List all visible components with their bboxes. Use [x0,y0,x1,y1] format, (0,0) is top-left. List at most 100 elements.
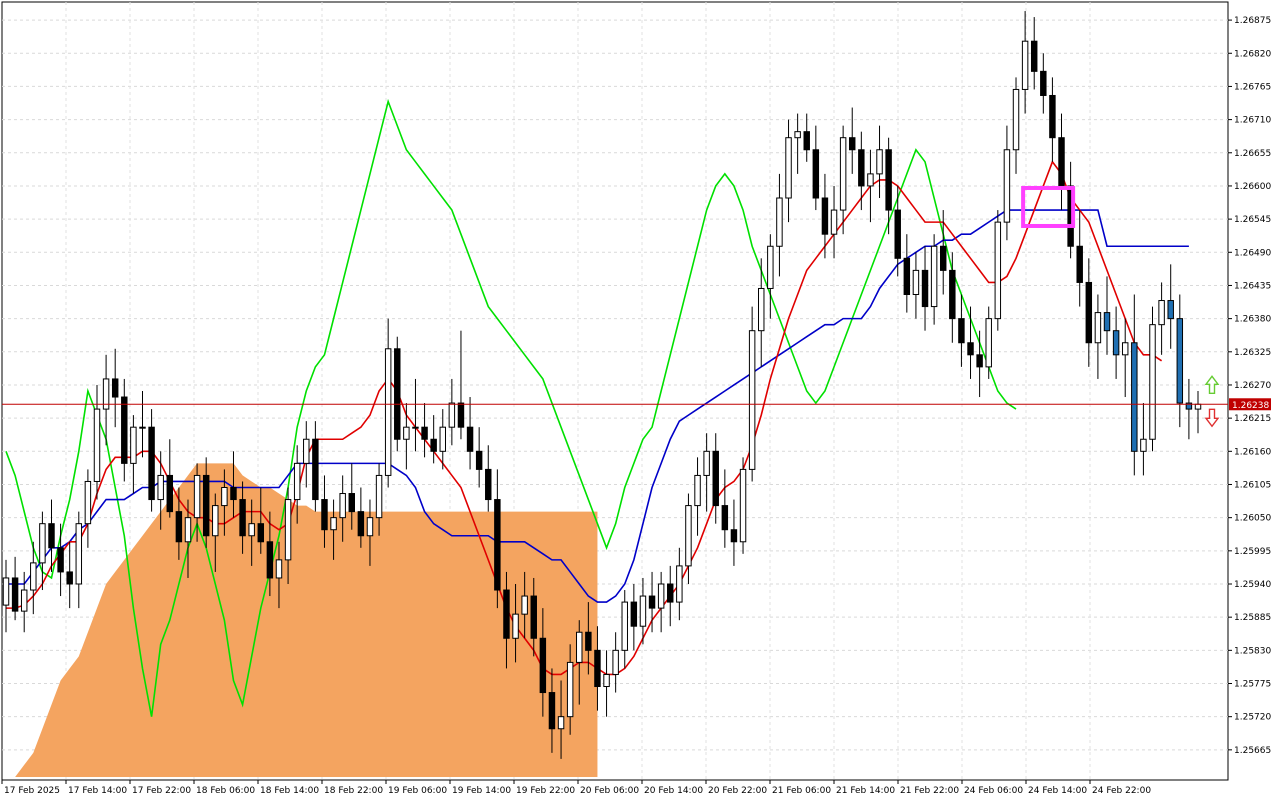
candle-body [30,562,37,591]
candle-body [776,197,783,247]
candle-body [648,595,656,609]
candle-body [921,269,929,308]
candle-body [230,486,237,501]
candle-body [885,149,892,211]
y-tick-label: 1.26435 [1234,281,1271,291]
candle-body [758,287,765,332]
candle-body [1112,330,1120,356]
y-tick-label: 1.26600 [1234,182,1271,192]
candle-body [412,426,419,429]
candle-body [321,499,328,531]
candle-body [266,541,274,579]
candle-body [1003,149,1011,223]
candle-body [576,631,583,663]
candle-body [330,517,337,531]
candle-body [503,589,510,639]
candle-body [366,517,374,537]
candle-body [1149,324,1156,440]
candle-body [903,257,911,296]
candle-body [1076,245,1083,283]
candle-body [421,426,428,440]
y-tick-label: 1.26655 [1234,149,1271,159]
candle-body [1131,342,1138,452]
y-tick-label: 1.26160 [1234,447,1271,457]
candle-body [876,149,883,175]
candle-body [603,673,610,688]
candle-body [457,402,465,428]
current-price-label: 1.26238 [1232,401,1269,411]
candle-body [448,402,456,428]
candle-body [157,474,164,501]
candle-body [384,348,392,476]
candle-body [66,571,73,585]
candle-body [439,426,446,452]
x-tick-label: 19 Feb 06:00 [388,786,447,796]
candle-body [466,426,474,452]
candle-body [739,468,747,543]
candle-body [375,474,383,519]
candle-body [121,396,128,464]
candle-body [785,137,792,199]
candle-body [1176,318,1184,404]
x-tick-label: 21 Feb 06:00 [772,786,831,796]
candle-body [621,601,628,651]
candle-body [430,438,437,452]
x-tick-label: 18 Feb 14:00 [260,786,319,796]
y-tick-label: 1.25665 [1234,746,1271,756]
candle-body [894,209,901,259]
candle-body [539,637,547,694]
x-tick-label: 19 Feb 22:00 [516,786,575,796]
candle-body [48,523,55,549]
candle-body [612,649,619,675]
candle-body [548,692,556,730]
candle-body [812,149,820,199]
y-tick-label: 1.26325 [1234,348,1271,358]
candle-body [967,342,974,356]
chart-canvas: 1.26238 1.26875 1.26820 1.26765 1.26710 1.26… [1,1,1271,796]
y-tick-label: 1.25720 [1234,713,1271,723]
candle-body [57,547,64,573]
y-tick-label: 1.26765 [1234,82,1271,92]
candle-body [111,378,119,398]
candle-body [803,131,810,151]
arrow-down-icon [1204,408,1220,428]
candle-body [958,318,965,344]
candle-body [1030,40,1038,72]
candle-body [821,197,829,235]
y-tick-label: 1.26380 [1234,315,1271,325]
candle-body [585,631,592,651]
candle-body [184,517,192,543]
candle-body [839,137,847,211]
candle-body [949,269,956,320]
x-tick-label: 20 Feb 22:00 [708,786,767,796]
x-tick-label: 21 Feb 14:00 [836,786,895,796]
x-tick-label: 21 Feb 22:00 [900,786,959,796]
x-tick-label: 24 Feb 22:00 [1092,786,1151,796]
candle-body [75,523,83,585]
candle-body [530,595,537,639]
candle-body [639,595,647,627]
y-tick-label: 1.26820 [1234,49,1271,59]
candle-body [830,209,838,235]
ichimoku-cloud [15,463,598,777]
candle-body [130,426,137,464]
y-tick-label: 1.26490 [1234,248,1271,258]
candle-body [11,577,19,612]
candle-body [521,595,528,615]
candle-body [202,474,210,537]
ichimoku-chart[interactable]: 1.26238 1.26875 1.26820 1.26765 1.26710 1.26… [0,0,1280,800]
y-tick-label: 1.25830 [1234,646,1271,656]
candle-body [139,426,146,429]
candle-body [657,583,665,609]
candle-body [930,245,938,308]
y-tick-label: 1.25775 [1234,680,1271,690]
candle-body [2,577,10,606]
candle-body [339,493,346,519]
candle-body [939,245,947,271]
candle-body [1121,342,1129,356]
candle-body [39,523,46,564]
candle-body [676,565,683,603]
y-tick-label: 1.26050 [1234,514,1271,524]
x-tick-label: 18 Feb 06:00 [196,786,255,796]
candle-body [867,173,874,187]
